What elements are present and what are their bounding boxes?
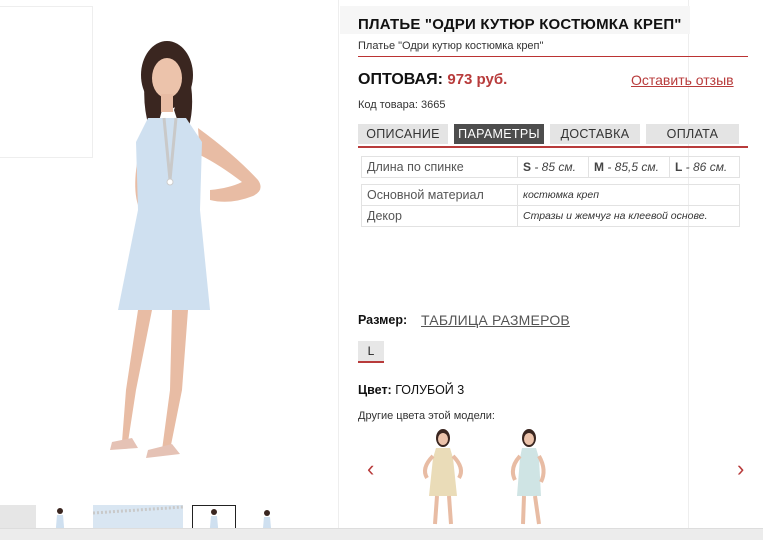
chevron-right-icon[interactable]: › bbox=[737, 456, 744, 482]
color-variant-mint[interactable] bbox=[503, 428, 563, 528]
color-variant-beige[interactable] bbox=[413, 428, 473, 528]
leave-review-link[interactable]: Оставить отзыв bbox=[631, 72, 734, 88]
param-label: Основной материал bbox=[361, 184, 518, 206]
color-info: Цвет: ГОЛУБОЙ 3 bbox=[358, 383, 464, 397]
horizontal-scrollbar[interactable] bbox=[0, 528, 763, 540]
product-tabs: ОПИСАНИЕ ПАРАМЕТРЫ ДОСТАВКА ОПЛАТА bbox=[358, 124, 748, 148]
param-size-l: L - 86 см. bbox=[669, 156, 740, 178]
size-table-link[interactable]: ТАБЛИЦА РАЗМЕРОВ bbox=[421, 312, 570, 328]
parameters-table: Длина по спинке S - 85 см. M - 85,5 см. … bbox=[361, 156, 740, 227]
table-row: Основной материал костюмка креп bbox=[361, 184, 740, 206]
product-sku: Код товара: 3665 bbox=[358, 99, 446, 111]
main-product-photo[interactable] bbox=[60, 30, 280, 475]
tab-parameters[interactable]: ПАРАМЕТРЫ bbox=[454, 124, 544, 144]
product-subtitle: Платье "Одри кутюр костюмка креп" bbox=[358, 40, 748, 57]
tab-payment[interactable]: ОПЛАТА bbox=[646, 124, 739, 144]
table-row: Декор Стразы и жемчуг на клеевой основе. bbox=[361, 205, 740, 227]
param-label: Длина по спинке bbox=[361, 156, 518, 178]
other-colors-label: Другие цвета этой модели: bbox=[358, 410, 495, 422]
price-value: 973 руб. bbox=[447, 71, 508, 88]
color-value: ГОЛУБОЙ 3 bbox=[395, 383, 465, 397]
price: ОПТОВАЯ: 973 руб. bbox=[358, 71, 507, 89]
tab-description[interactable]: ОПИСАНИЕ bbox=[358, 124, 448, 144]
color-label: Цвет: bbox=[358, 383, 392, 397]
product-title: ПЛАТЬЕ "ОДРИ КУТЮР КОСТЮМКА КРЕП" bbox=[358, 16, 682, 33]
table-row: Длина по спинке S - 85 см. M - 85,5 см. … bbox=[361, 156, 740, 178]
param-label: Декор bbox=[361, 205, 518, 227]
param-size-m: M - 85,5 см. bbox=[588, 156, 670, 178]
chevron-left-icon[interactable]: ‹ bbox=[367, 456, 374, 482]
size-option-l[interactable]: L bbox=[358, 341, 384, 363]
divider bbox=[338, 0, 339, 539]
size-label: Размер: bbox=[358, 313, 408, 327]
param-size-s: S - 85 см. bbox=[517, 156, 589, 178]
param-value: костюмка креп bbox=[517, 184, 740, 206]
param-value: Стразы и жемчуг на клеевой основе. bbox=[517, 205, 740, 227]
price-label: ОПТОВАЯ: bbox=[358, 71, 443, 88]
tab-delivery[interactable]: ДОСТАВКА bbox=[550, 124, 640, 144]
